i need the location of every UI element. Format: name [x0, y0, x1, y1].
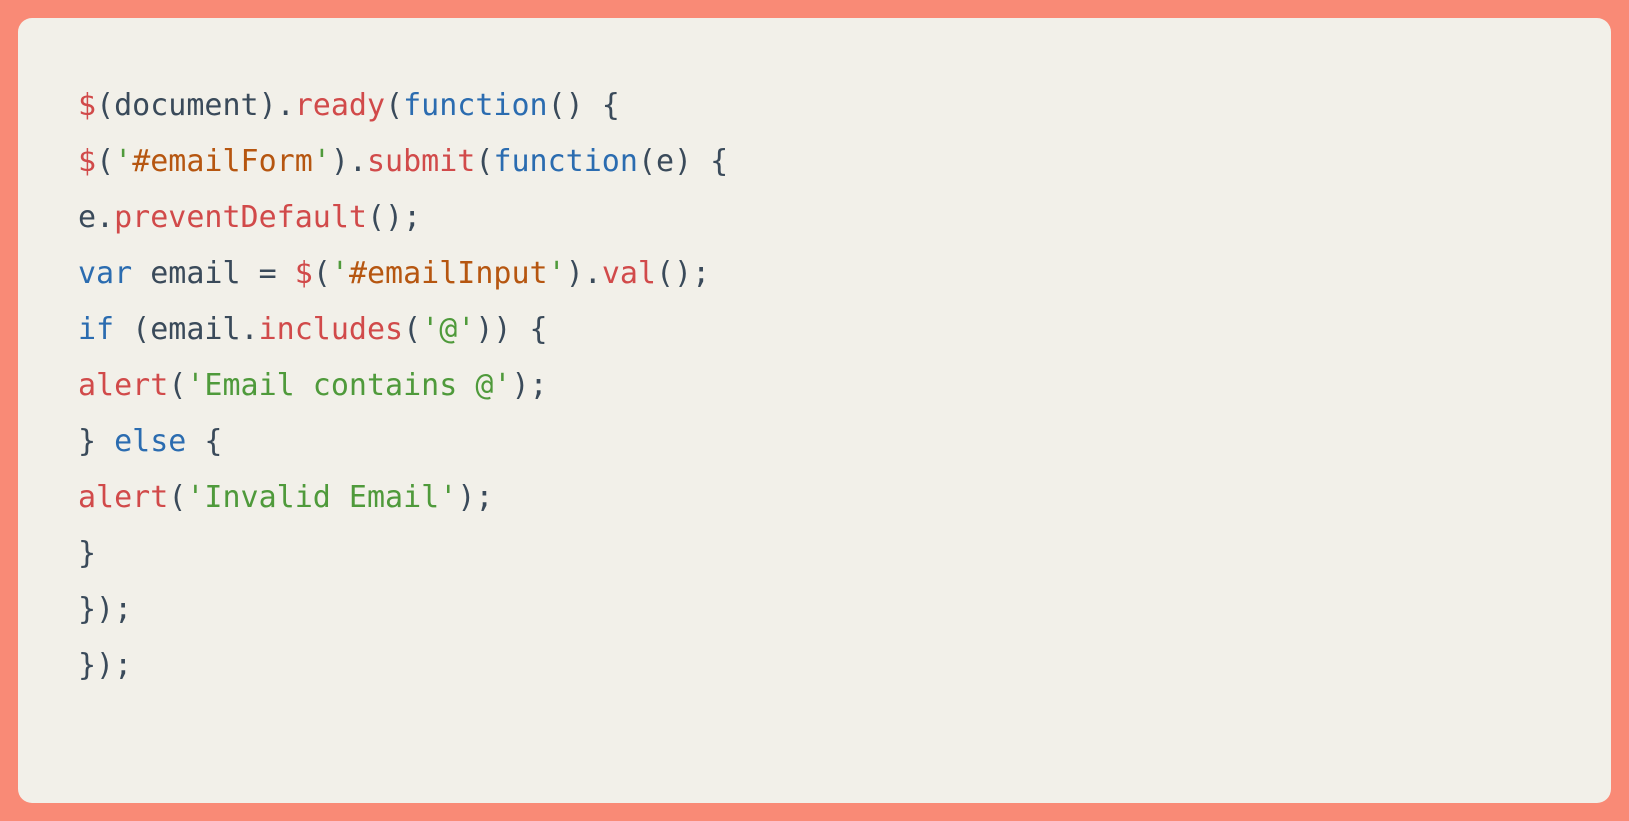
code-line: e.preventDefault();: [78, 200, 421, 235]
code-token: ready: [295, 88, 385, 123]
code-token: alert: [78, 480, 168, 515]
code-block: $(document).ready(function() { $('#email…: [78, 78, 1551, 694]
code-token: (: [168, 368, 186, 403]
code-token: 'Email contains @': [186, 368, 511, 403]
code-token: if: [78, 312, 114, 347]
code-token: () {: [548, 88, 620, 123]
code-token: ': [313, 144, 331, 179]
code-token: (: [475, 144, 493, 179]
code-line: if (email.includes('@')) {: [78, 312, 548, 347]
code-token: });: [78, 592, 132, 627]
code-line: $('#emailForm').submit(function(e) {: [78, 144, 728, 179]
code-panel: $(document).ready(function() { $('#email…: [18, 18, 1611, 803]
code-token: });: [78, 648, 132, 683]
code-token: $: [78, 144, 96, 179]
code-line: } else {: [78, 424, 223, 459]
code-line: alert('Invalid Email');: [78, 480, 493, 515]
code-token: $: [295, 256, 313, 291]
code-token: ();: [656, 256, 710, 291]
code-token: includes: [259, 312, 404, 347]
code-line: });: [78, 648, 132, 683]
code-token: document: [114, 88, 259, 123]
code-token: 'Invalid Email': [186, 480, 457, 515]
code-token: }: [78, 536, 96, 571]
code-token: )) {: [475, 312, 547, 347]
code-token: $: [78, 88, 96, 123]
code-token: }: [78, 424, 114, 459]
code-token: function: [403, 88, 548, 123]
code-token: function: [493, 144, 638, 179]
code-token: ': [331, 256, 349, 291]
code-token: (: [385, 88, 403, 123]
code-token: email =: [132, 256, 295, 291]
code-line: var email = $('#emailInput').val();: [78, 256, 710, 291]
code-token: val: [602, 256, 656, 291]
code-token: ).: [259, 88, 295, 123]
code-token: ': [114, 144, 132, 179]
code-token: );: [457, 480, 493, 515]
code-token: #emailForm: [132, 144, 313, 179]
code-token: (: [96, 88, 114, 123]
code-token: (: [313, 256, 331, 291]
code-token: {: [186, 424, 222, 459]
code-token: (e) {: [638, 144, 728, 179]
code-token: #emailInput: [349, 256, 548, 291]
code-line: $(document).ready(function() {: [78, 88, 620, 123]
code-line: alert('Email contains @');: [78, 368, 548, 403]
code-token: );: [511, 368, 547, 403]
code-token: submit: [367, 144, 475, 179]
code-token: (: [168, 480, 186, 515]
code-line: });: [78, 592, 132, 627]
code-token: ).: [331, 144, 367, 179]
code-token: (: [96, 144, 114, 179]
code-token: e.: [78, 200, 114, 235]
code-token: (: [403, 312, 421, 347]
code-token: var: [78, 256, 132, 291]
code-token: ).: [566, 256, 602, 291]
code-token: else: [114, 424, 186, 459]
code-line: }: [78, 536, 96, 571]
code-token: ();: [367, 200, 421, 235]
code-token: ': [548, 256, 566, 291]
code-token: preventDefault: [114, 200, 367, 235]
code-token: (email.: [114, 312, 259, 347]
code-token: alert: [78, 368, 168, 403]
code-token: '@': [421, 312, 475, 347]
